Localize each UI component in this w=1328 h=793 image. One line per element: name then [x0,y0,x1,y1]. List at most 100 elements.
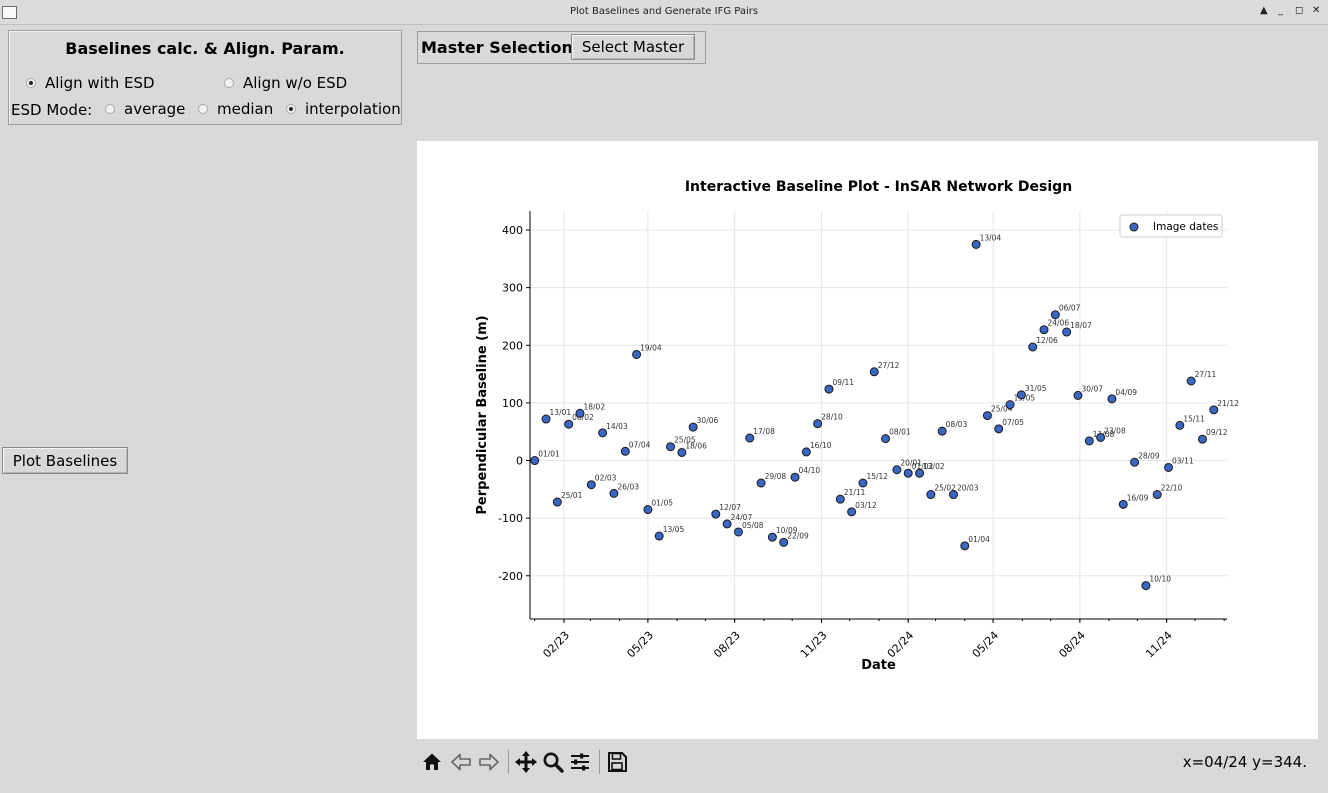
data-point-label: 29/08 [765,472,787,481]
shade-window-button[interactable]: ▲ [1260,5,1268,16]
chart-title: Interactive Baseline Plot - InSAR Networ… [685,179,1072,195]
data-point-label: 09/11 [832,378,854,387]
alignment-params-panel: Baselines calc. & Align. Param. Align wi… [8,30,402,125]
data-point-label: 30/06 [697,416,719,425]
data-point-label: 01/01 [538,450,560,459]
close-button[interactable]: ✕ [1312,5,1320,16]
baseline-plot-canvas[interactable]: Interactive Baseline Plot - InSAR Networ… [417,141,1318,739]
data-point-label: 18/02 [583,402,605,411]
data-point-label: 20/03 [957,484,979,493]
data-point-label: 01/04 [968,535,990,544]
radio-indicator [26,78,36,88]
data-point-label: 10/10 [1149,575,1171,584]
toolbar-separator [508,750,509,774]
x-tick-label: 02/24 [885,629,917,661]
data-point-label: 21/11 [844,488,866,497]
data-point-label: 18/06 [685,441,707,450]
esd-mode-average-label: average [124,100,186,118]
back-arrow-icon[interactable] [448,749,474,775]
master-selection-panel: Master Selection Select Master [417,31,706,64]
data-point-label: 27/12 [878,361,900,370]
legend-marker [1129,222,1139,232]
baseline-scatter-chart[interactable]: Interactive Baseline Plot - InSAR Networ… [417,141,1318,739]
x-tick-label: 08/23 [711,629,743,661]
esd-mode-label: ESD Mode: [11,101,93,119]
save-icon[interactable] [604,749,630,775]
x-tick-label: 08/24 [1056,629,1088,661]
radio-indicator [105,104,115,114]
data-point-label: 18/07 [1070,321,1092,330]
data-point-label: 05/08 [742,521,764,530]
y-tick-label: 100 [502,397,523,410]
data-point-label: 15/12 [866,472,888,481]
data-point-label: 04/09 [1115,388,1137,397]
alignment-panel-title: Baselines calc. & Align. Param. [65,39,345,58]
data-point-label: 12/07 [719,503,741,512]
data-point-label: 25/01 [561,491,583,500]
data-point-label: 15/11 [1183,414,1205,423]
esd-mode-interpolation-radio[interactable]: interpolation [286,100,401,118]
esd-mode-median-label: median [217,100,274,118]
radio-indicator [198,104,208,114]
window-title-bar: Plot Baselines and Generate IFG Pairs ▲ … [0,0,1328,25]
data-point-label: 04/10 [799,466,821,475]
maximize-button[interactable]: ◻ [1295,5,1303,16]
data-point-label: 08/03 [946,420,968,429]
data-point-label: 08/01 [889,428,911,437]
align-with-esd-radio[interactable]: Align with ESD [26,74,155,92]
esd-mode-interpolation-label: interpolation [305,100,401,118]
legend-label: Image dates [1153,221,1218,233]
y-tick-label: 0 [516,455,523,468]
data-point-label: 13/01 [550,408,572,417]
data-point-label: 14/03 [606,422,628,431]
data-point-label: 02/03 [595,474,617,483]
data-point-label: 03/12 [855,501,877,510]
x-tick-label: 05/24 [970,629,1002,661]
data-point-label: 31/05 [1025,384,1047,393]
pan-icon[interactable] [513,749,539,775]
data-point-label: 12/06 [1036,336,1058,345]
y-tick-label: -200 [498,570,523,583]
data-point-label: 16/09 [1127,493,1149,502]
cursor-coordinates: x=04/24 y=344. [1182,753,1307,771]
y-tick-label: 200 [502,339,523,352]
x-tick-label: 02/23 [540,629,572,661]
x-axis-label: Date [861,658,896,673]
forward-arrow-icon[interactable] [476,749,502,775]
minimize-button[interactable]: _ [1278,5,1283,16]
data-point-label: 13/04 [980,233,1002,242]
y-axis-label: Perpendicular Baseline (m) [475,315,490,514]
align-with-esd-label: Align with ESD [45,74,155,92]
data-point-label: 27/11 [1195,370,1217,379]
data-point-label: 23/08 [1104,426,1126,435]
x-tick-label: 05/23 [624,629,656,661]
data-point-label: 28/09 [1138,451,1160,460]
x-tick-label: 11/23 [798,629,830,661]
zoom-icon[interactable] [540,749,566,775]
esd-mode-average-radio[interactable]: average [105,100,185,118]
y-tick-label: -100 [498,512,523,525]
master-selection-title: Master Selection [421,38,573,57]
home-icon[interactable] [419,749,445,775]
toolbar-separator [599,750,600,774]
radio-indicator [286,104,296,114]
data-point-label: 26/03 [617,482,639,491]
data-point-label: 16/10 [810,441,832,450]
data-point-label: 13/02 [923,462,945,471]
data-point-label: 13/05 [663,525,685,534]
align-without-esd-radio[interactable]: Align w/o ESD [224,74,347,92]
configure-subplots-icon[interactable] [567,749,593,775]
data-point-label: 07/04 [629,440,651,449]
data-point-label: 22/10 [1161,484,1183,493]
data-point-label: 19/04 [640,343,662,352]
x-tick-label: 11/24 [1143,629,1175,661]
data-point-label: 03/11 [1172,456,1194,465]
select-master-button[interactable]: Select Master [571,34,695,60]
esd-mode-median-radio[interactable]: median [198,100,273,118]
data-point-label: 30/07 [1081,384,1103,393]
data-point-label: 09/12 [1206,428,1228,437]
window-title: Plot Baselines and Generate IFG Pairs [569,6,759,17]
plot-baselines-button[interactable]: Plot Baselines [2,447,128,474]
radio-indicator [224,78,234,88]
data-point-label: 24/06 [1048,319,1070,328]
